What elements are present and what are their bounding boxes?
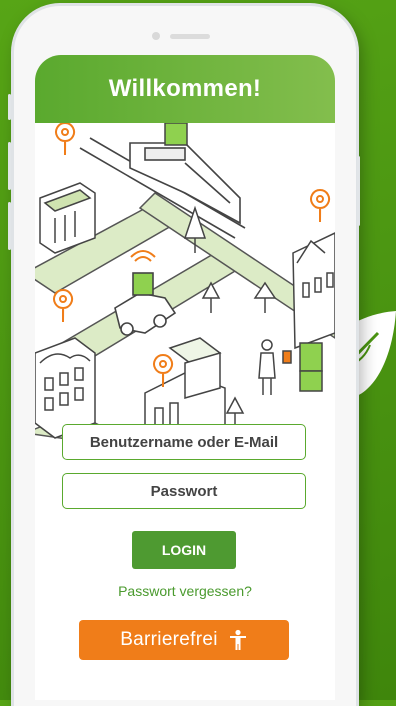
townhouse-icon [292,232,335,350]
phone-side-button [357,156,360,226]
app-screen: Willkommen! Benutzername oder E-Mail LOG… [35,55,335,700]
password-field[interactable] [62,473,306,509]
phone-side-button [8,202,11,250]
person-icon [258,339,323,395]
city-illustration [35,123,335,443]
camera-dot [152,32,160,40]
phone-side-button [8,94,11,120]
phone-side-button [8,142,11,190]
welcome-header: Willkommen! [35,55,335,123]
login-button[interactable]: LOGIN [132,531,236,569]
welcome-title: Willkommen! [108,75,262,102]
username-field[interactable] [62,424,306,460]
accessibility-label: Barrierefrei [120,629,218,650]
wifi-icon [130,250,156,262]
forgot-password-link[interactable]: Passwort vergessen? [35,583,335,599]
accessibility-person-icon [229,629,246,650]
package-icon [164,123,188,146]
factory-icon [35,337,96,439]
accessibility-button[interactable]: Barrierefrei [79,620,289,660]
speaker-slot [170,34,210,39]
